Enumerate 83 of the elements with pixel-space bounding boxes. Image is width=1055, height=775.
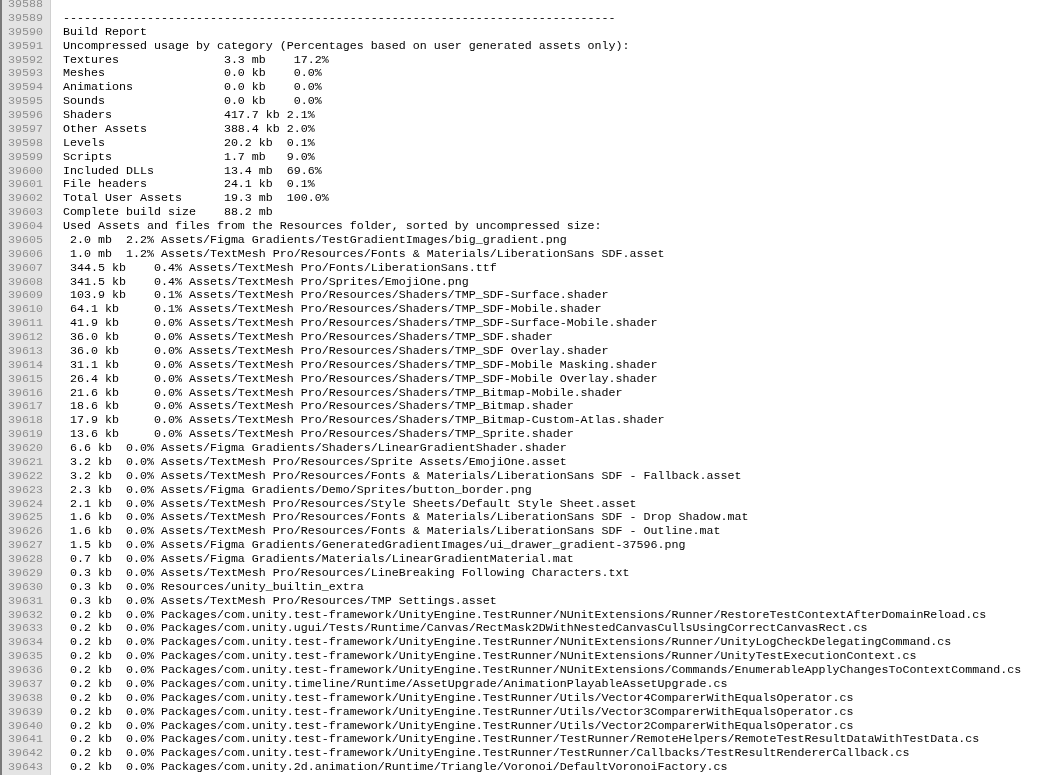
line-number: 39593 (2, 67, 51, 82)
code-line: 0.2 kb 0.0% Packages/com.unity.2d.animation/Runtime/Triangle/Voronoi/DefaultVoronoiFactory.cs (69, 761, 728, 775)
line-number: 39627 (2, 539, 51, 553)
code-line: 0.2 kb 0.0% Packages/com.unity.test-framework/UnityEngine.TestRunner/NUnitExtensions/Runner/UnityLogCheckDelegatingCommand.cs (69, 636, 952, 651)
line-number: 39588 (2, 0, 51, 12)
code-line: 0.2 kb 0.0% Packages/com.unity.test-framework/UnityEngine.TestRunner/Utils/Vector4ComparerWithEqualsOperator.cs (69, 691, 854, 706)
line-number: 39610 (2, 303, 51, 318)
line-number: 39642 (2, 747, 51, 762)
code-line: Build Report (62, 25, 147, 40)
line-number: 39612 (2, 331, 51, 345)
code-line: Sounds 0.0 kb 0.0% (62, 95, 322, 109)
code-line: Complete build size 88.2 mb (62, 206, 273, 220)
code-line: Textures 3.3 mb 17.2% (62, 53, 329, 68)
code-line: 0.3 kb 0.0% Assets/TextMesh Pro/Resources/TMP Settings.asset (69, 594, 497, 609)
line-number: 39609 (2, 289, 51, 304)
code-line: 13.6 kb 0.0% Assets/TextMesh Pro/Resources/Shaders/TMP_Sprite.shader (69, 428, 574, 442)
line-number: 39625 (2, 511, 51, 526)
code-line: 36.0 kb 0.0% Assets/TextMesh Pro/Resources/Shaders/TMP_SDF Overlay.shader (69, 344, 609, 359)
code-line: 21.6 kb 0.0% Assets/TextMesh Pro/Resources/Shaders/TMP_Bitmap-Mobile.shader (69, 386, 623, 401)
line-number: 39634 (2, 636, 51, 651)
line-number: 39643 (2, 761, 51, 775)
code-line: 0.2 kb 0.0% Packages/com.unity.test-framework/UnityEngine.TestRunner/Utils/Vector2ComparerWithEqualsOperator.cs (69, 719, 854, 734)
line-number: 39602 (2, 192, 51, 207)
code-line: 17.9 kb 0.0% Assets/TextMesh Pro/Resources/Shaders/TMP_Bitmap-Custom-Atlas.shader (69, 414, 665, 429)
code-line: 2.0 mb 2.2% Assets/Figma Gradients/TestGradientImages/big_gradient.png (69, 233, 567, 248)
line-number: 39636 (2, 664, 51, 678)
code-line: 344.5 kb 0.4% Assets/TextMesh Pro/Fonts/LiberationSans.ttf (69, 261, 497, 276)
code-line: 0.2 kb 0.0% Packages/com.unity.test-framework/UnityEngine.TestRunner/NUnitExtensions/Runner/UnityTestExecutionContext.cs (69, 650, 917, 664)
line-number: 39628 (2, 553, 51, 567)
code-line: Used Assets and files from the Resources folder, sorted by uncompressed size: (62, 220, 602, 234)
code-line: 0.2 kb 0.0% Packages/com.unity.timeline/Runtime/AssetUpgrade/AnimationPlayableAssetUpgrade.cs (69, 677, 728, 692)
line-number: 39641 (2, 733, 51, 748)
line-number: 39601 (2, 178, 51, 193)
code-line: 341.5 kb 0.4% Assets/TextMesh Pro/Sprites/EmojiOne.png (69, 275, 469, 290)
code-line: Levels 20.2 kb 0.1% (62, 136, 315, 151)
code-line: 103.9 kb 0.1% Assets/TextMesh Pro/Resources/Shaders/TMP_SDF-Surface.shader (69, 289, 609, 304)
code-line: Total User Assets 19.3 mb 100.0% (62, 192, 329, 207)
code-line: Meshes 0.0 kb 0.0% (62, 67, 322, 82)
code-line: 31.1 kb 0.0% Assets/TextMesh Pro/Resources/Shaders/TMP_SDF-Mobile Masking.shader (69, 358, 658, 373)
code-line: 3.2 kb 0.0% Assets/TextMesh Pro/Resources/Fonts & Materials/LiberationSans SDF - Fallback.asset (69, 469, 742, 484)
code-line: 0.7 kb 0.0% Assets/Figma Gradients/Materials/LinearGradientMaterial.mat (69, 553, 574, 567)
line-number: 39633 (2, 622, 51, 637)
code-line: 6.6 kb 0.0% Assets/Figma Gradients/Shaders/LinearGradientShader.shader (69, 442, 567, 456)
code-line: 64.1 kb 0.1% Assets/TextMesh Pro/Resources/Shaders/TMP_SDF-Mobile.shader (69, 303, 602, 318)
code-line: 0.3 kb 0.0% Assets/TextMesh Pro/Resources/LineBreaking Following Characters.txt (69, 566, 630, 581)
line-number: 39635 (2, 650, 51, 664)
code-line: 0.2 kb 0.0% Packages/com.unity.test-framework/UnityEngine.TestRunner/TestRunner/RemoteHelpers/RemoteTestResultDataWithTestData.cs (69, 733, 980, 748)
code-line: 0.2 kb 0.0% Packages/com.unity.test-framework/UnityEngine.TestRunner/NUnitExtensions/Runner/RestoreTestContextAfterDomainReload.cs (69, 608, 987, 623)
code-line: 36.0 kb 0.0% Assets/TextMesh Pro/Resources/Shaders/TMP_SDF.shader (69, 331, 553, 345)
code-line: Animations 0.0 kb 0.0% (62, 81, 322, 96)
code-line: 0.2 kb 0.0% Packages/com.unity.test-framework/UnityEngine.TestRunner/NUnitExtensions/Commands/EnumerableApplyChangesToContextCommand.cs (69, 664, 1022, 678)
code-line: 1.6 kb 0.0% Assets/TextMesh Pro/Resources/Fonts & Materials/LiberationSans SDF - Outline.mat (69, 525, 721, 540)
code-line: ------------------------------------------------------------------------------- (62, 11, 616, 26)
line-number: 39596 (2, 109, 51, 123)
line-number: 39626 (2, 525, 51, 540)
code-line: 1.0 mb 1.2% Assets/TextMesh Pro/Resources/Fonts & Materials/LiberationSans SDF.asset (69, 247, 665, 262)
code-line: 3.2 kb 0.0% Assets/TextMesh Pro/Resources/Sprite Assets/EmojiOne.asset (69, 455, 567, 470)
line-number: 39594 (2, 81, 51, 96)
line-number: 39603 (2, 206, 51, 220)
code-line: File headers 24.1 kb 0.1% (62, 178, 315, 193)
code-line: 0.2 kb 0.0% Packages/com.unity.ugui/Tests/Runtime/Canvas/RectMask2DWithNestedCanvasCullsUsingCorrectCanvasRect.cs (69, 622, 868, 637)
code-line: 1.6 kb 0.0% Assets/TextMesh Pro/Resources/Fonts & Materials/LiberationSans SDF - Drop Shadow.mat (69, 511, 749, 526)
code-line: 41.9 kb 0.0% Assets/TextMesh Pro/Resources/Shaders/TMP_SDF-Surface-Mobile.shader (69, 317, 658, 331)
code-line: Shaders 417.7 kb 2.1% (62, 109, 315, 123)
code-line: Other Assets 388.4 kb 2.0% (62, 122, 315, 137)
line-number: 39619 (2, 428, 51, 442)
line-number: 39618 (2, 414, 51, 429)
code-line: 0.2 kb 0.0% Packages/com.unity.test-framework/UnityEngine.TestRunner/TestRunner/Callbacks/TestResultRendererCallback.cs (69, 747, 910, 762)
code-line: Scripts 1.7 mb 9.0% (62, 150, 315, 165)
line-number: 39617 (2, 400, 51, 415)
code-line: 0.2 kb 0.0% Packages/com.unity.test-framework/UnityEngine.TestRunner/Utils/Vector3ComparerWithEqualsOperator.cs (69, 705, 854, 720)
code-line: 2.1 kb 0.0% Assets/TextMesh Pro/Resources/Style Sheets/Default Style Sheet.asset (69, 497, 637, 512)
code-line: Included DLLs 13.4 mb 69.6% (62, 164, 322, 179)
code-line: 2.3 kb 0.0% Assets/Figma Gradients/Demo/Sprites/button_border.png (69, 483, 532, 498)
code-line: 0.3 kb 0.0% Resources/unity_builtin_extra (69, 580, 364, 595)
code-line: 1.5 kb 0.0% Assets/Figma Gradients/GeneratedGradientImages/ui_drawer_gradient-37596.png (69, 539, 686, 553)
line-number: 39604 (2, 220, 51, 234)
code-line: 26.4 kb 0.0% Assets/TextMesh Pro/Resources/Shaders/TMP_SDF-Mobile Overlay.shader (69, 372, 658, 387)
code-line: 18.6 kb 0.0% Assets/TextMesh Pro/Resources/Shaders/TMP_Bitmap.shader (69, 400, 574, 415)
line-number: 39595 (2, 95, 51, 109)
line-number: 39611 (2, 317, 51, 331)
code-line: Uncompressed usage by category (Percentages based on user generated assets only): (62, 39, 630, 54)
line-number: 39620 (2, 442, 51, 456)
